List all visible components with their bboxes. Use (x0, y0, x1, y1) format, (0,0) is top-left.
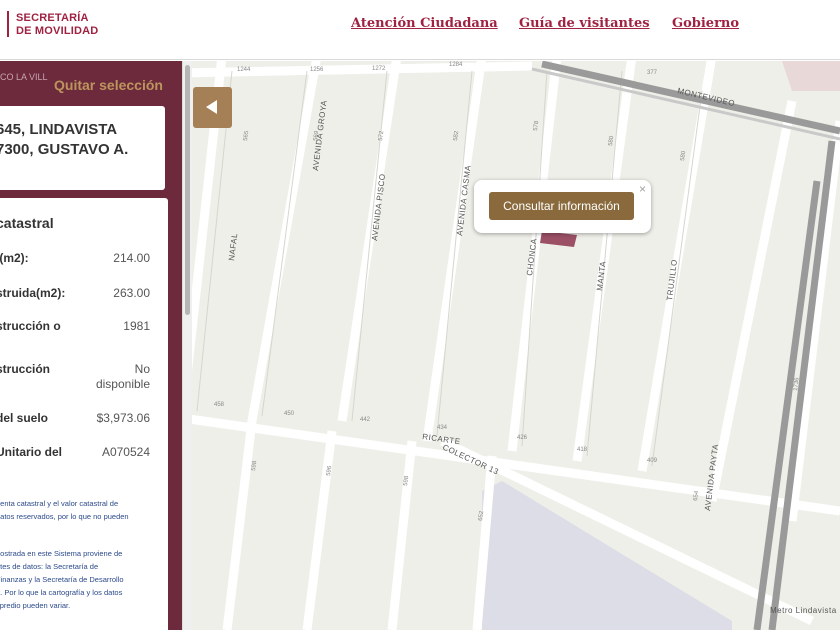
park-block (482, 481, 732, 630)
svg-text:654: 654 (693, 490, 700, 501)
selected-lot (540, 231, 577, 247)
note-line: uenta catastral y el valor catastral de (0, 499, 119, 508)
svg-text:565: 565 (243, 130, 250, 141)
row-label-construida: struida(m2): (0, 286, 66, 300)
corner-block (782, 61, 840, 91)
row-label-terreno: l(m2): (0, 251, 29, 265)
note-line: Finanzas y la Secretaría de Desarrollo (0, 575, 124, 584)
row-value-anio-construccion: 1981 (123, 319, 150, 333)
row-label-uso-construccion: strucción (0, 362, 51, 376)
row-label-valor-suelo: del suelo (0, 411, 49, 425)
alcaldia-label: CO LA VILL (0, 72, 48, 82)
svg-text:377: 377 (647, 70, 658, 76)
nav-gobierno[interactable]: Gobierno (672, 16, 739, 31)
catastral-info-card: catastral l(m2): 214.00 struida(m2): 263… (0, 198, 168, 630)
svg-text:1272: 1272 (372, 66, 386, 72)
top-header: SECRETARÍA DE MOVILIDAD Atención Ciudada… (0, 0, 840, 60)
svg-text:458: 458 (214, 402, 225, 408)
nav-guia-visitantes[interactable]: Guía de visitantes (519, 16, 650, 31)
address-card: 645, LINDAVISTA 7300, GUSTAVO A. (0, 106, 165, 190)
note-line: datos reservados, por lo que no pueden (0, 512, 129, 521)
map-svg: MONTEVIDEO NAFAL AVENIDA GROYA AVENIDA P… (192, 61, 840, 630)
map-popup: × Consultar información (474, 180, 651, 233)
sidebar-scrollbar-thumb[interactable] (185, 65, 190, 315)
street-label-nafal: NAFAL (227, 232, 239, 261)
svg-text:1256: 1256 (310, 67, 324, 73)
svg-text:582: 582 (453, 130, 460, 141)
address-line-1: 645, LINDAVISTA (0, 121, 118, 138)
svg-text:450: 450 (284, 411, 295, 417)
row-value-construida: 263.00 (113, 286, 150, 300)
consultar-informacion-button[interactable]: Consultar información (489, 192, 634, 220)
logo-line-1: SECRETARÍA (16, 12, 89, 24)
svg-text:409: 409 (647, 458, 658, 464)
row-value-valor-suelo: $3,973.06 (96, 411, 150, 425)
logo-line-2: DE MOVILIDAD (16, 25, 99, 37)
close-icon[interactable]: × (639, 182, 646, 196)
row-value-valor-unitario: A070524 (101, 445, 150, 459)
row-value-uso-construccion: No disponible (95, 362, 150, 391)
logo-divider (7, 11, 9, 37)
collapse-sidebar-button[interactable] (193, 87, 232, 128)
triangle-left-icon (206, 100, 217, 114)
secretaria-logo[interactable]: SECRETARÍA DE MOVILIDAD (16, 12, 98, 38)
svg-text:1284: 1284 (449, 62, 463, 68)
property-sidebar: CO LA VILL Quitar selección 645, LINDAVI… (0, 61, 182, 630)
row-label-valor-unitario: Unitario del (0, 445, 63, 459)
svg-text:580: 580 (680, 150, 687, 161)
svg-text:426: 426 (517, 435, 528, 441)
row-label-anio-construccion: strucción o (0, 319, 61, 333)
row-value-terreno: 214.00 (113, 251, 150, 265)
svg-text:578: 578 (533, 120, 540, 131)
map-canvas[interactable]: MONTEVIDEO NAFAL AVENIDA GROYA AVENIDA P… (192, 61, 840, 630)
svg-text:434: 434 (437, 425, 448, 431)
metro-label: Metro Lindavista (770, 606, 837, 615)
note-line: nostrada en este Sistema proviene de (0, 549, 123, 558)
svg-text:598: 598 (251, 460, 258, 471)
note-line: ntes de datos: la Secretaría de (0, 562, 99, 571)
sidebar-scrollbar[interactable] (182, 61, 192, 630)
info-title: catastral (0, 215, 54, 231)
quitar-seleccion-button[interactable]: Quitar selección (54, 77, 163, 93)
nav-atencion-ciudadana[interactable]: Atención Ciudadana (351, 16, 498, 31)
address-line-2: 7300, GUSTAVO A. (0, 141, 129, 158)
svg-text:580: 580 (608, 135, 615, 146)
note-line: a. Por lo que la cartografía y los datos (0, 588, 123, 597)
svg-text:1244: 1244 (237, 67, 251, 73)
note-line: l predio pueden variar. (0, 601, 71, 610)
svg-text:442: 442 (360, 417, 371, 423)
svg-text:596: 596 (326, 465, 333, 476)
svg-text:418: 418 (577, 447, 588, 453)
street-label-manta: MANTA (595, 260, 608, 291)
